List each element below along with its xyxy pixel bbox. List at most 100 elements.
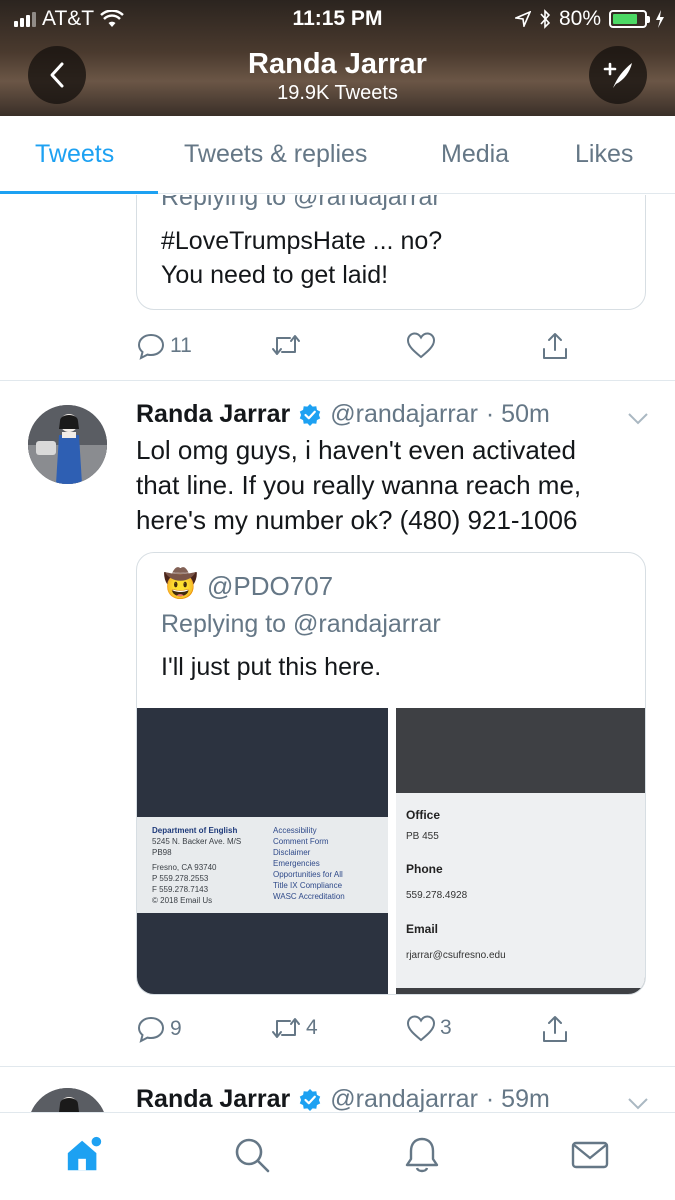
bottom-tab-bar: [0, 1112, 675, 1200]
footer-link: WASC Accreditation: [273, 892, 345, 901]
author-handle: @randajarrar: [330, 400, 478, 428]
author-handle: @randajarrar: [330, 1085, 478, 1112]
reply-count: 11: [170, 334, 192, 357]
home-tab[interactable]: [64, 1135, 104, 1175]
profile-name: Randa Jarrar: [248, 48, 427, 80]
email-value: rjarrar@csufresno.edu: [406, 950, 506, 961]
tweet-text-line3: here's my number ok? (480) 921-1006: [136, 505, 578, 535]
contact-info-panel: Office PB 455 Phone 559.278.4928 Email r…: [396, 793, 645, 988]
compose-tweet-icon: [603, 62, 632, 88]
search-icon: [235, 1138, 270, 1173]
heart-icon: [406, 332, 436, 359]
replying-to-label: Replying to @randajarrar: [161, 195, 441, 211]
media-image-right[interactable]: Office PB 455 Phone 559.278.4928 Email r…: [396, 708, 645, 994]
footer-addr3: Fresno, CA 93740: [152, 863, 217, 872]
verified-badge-icon: [300, 403, 321, 426]
tweet-count: 19.9K Tweets: [277, 82, 398, 104]
share-icon: [543, 1016, 567, 1042]
reply-icon: [137, 1016, 165, 1043]
share-button[interactable]: [540, 331, 570, 361]
footer-phone: P 559.278.2553: [152, 874, 209, 883]
reply-button[interactable]: 11: [136, 331, 192, 361]
heart-icon: [406, 1015, 436, 1042]
status-bar: AT&T 11:15 PM 80%: [0, 0, 675, 36]
bluetooth-icon: [540, 9, 551, 29]
author-name: Randa Jarrar: [136, 1085, 291, 1112]
like-button[interactable]: 3: [406, 1014, 452, 1042]
tweet-time: · 59m: [485, 1085, 550, 1112]
quoted-avatar-emoji: 🤠: [163, 568, 198, 599]
quoted-tweet-card[interactable]: Replying to @randajarrar #LoveTrumpsHate…: [136, 195, 646, 310]
share-button[interactable]: [540, 1014, 570, 1044]
office-value: PB 455: [406, 831, 439, 842]
footer-link: Opportunities for All: [273, 870, 343, 879]
retweet-icon: [272, 335, 300, 355]
footer-addr2: PB98: [152, 848, 172, 857]
reply-icon: [137, 333, 165, 360]
tweet-actions: 9 4 3: [136, 1014, 576, 1050]
media-image-left[interactable]: Department of English 5245 N. Backer Ave…: [137, 708, 388, 994]
battery-fill: [613, 14, 637, 24]
quoted-media[interactable]: Department of English 5245 N. Backer Ave…: [137, 708, 645, 994]
tweet-author[interactable]: Randa Jarrar @randajarrar · 50m: [136, 400, 550, 429]
chevron-down-icon[interactable]: [627, 412, 649, 426]
quoted-text-line2: You need to get laid!: [161, 261, 389, 289]
active-tab-indicator: [0, 191, 158, 194]
tab-tweets[interactable]: Tweets: [35, 140, 114, 169]
website-footer: Department of English 5245 N. Backer Ave…: [137, 817, 388, 913]
footer-copyright: © 2018 Email Us: [152, 896, 213, 905]
compose-button[interactable]: [589, 46, 647, 104]
footer-link: Emergencies: [273, 859, 320, 868]
tab-likes[interactable]: Likes: [575, 140, 633, 169]
bell-icon: [405, 1137, 439, 1173]
retweet-count: 4: [306, 1016, 318, 1039]
tweet-actions: 11: [136, 331, 576, 367]
tweet-time: · 50m: [485, 400, 550, 428]
battery-percent: 80%: [558, 7, 601, 30]
share-icon: [543, 333, 567, 359]
avatar-photo: [28, 1088, 107, 1112]
footer-link: Title IX Compliance: [273, 881, 343, 890]
footer-link: Accessibility: [273, 826, 317, 835]
battery-icon: [609, 10, 650, 28]
like-count: 3: [440, 1016, 452, 1039]
avatar[interactable]: [28, 405, 107, 484]
charging-icon: [656, 10, 664, 28]
retweet-button[interactable]: [270, 331, 302, 359]
avatar[interactable]: [28, 1088, 107, 1112]
mail-icon: [571, 1141, 609, 1169]
quoted-tweet-card[interactable]: 🤠 @PDO707 Replying to @randajarrar I'll …: [136, 552, 646, 995]
office-label: Office: [406, 808, 441, 822]
phone-value: 559.278.4928: [406, 890, 468, 901]
location-icon: [514, 11, 531, 27]
footer-fax: F 559.278.7143: [152, 885, 209, 894]
tab-media[interactable]: Media: [441, 140, 509, 169]
messages-tab[interactable]: [570, 1135, 610, 1175]
tweet-text-line2: that line. If you really wanna reach me,: [136, 470, 582, 500]
tweet-author[interactable]: Randa Jarrar @randajarrar · 59m: [136, 1085, 550, 1112]
tweet-feed[interactable]: Replying to @randajarrar #LoveTrumpsHate…: [0, 195, 675, 1112]
tweet-text-line1: Lol omg guys, i haven't even activated: [136, 435, 577, 465]
profile-tabs: Tweets Tweets & replies Media Likes: [0, 116, 675, 194]
chevron-down-icon[interactable]: [627, 1097, 649, 1111]
quoted-text: I'll just put this here.: [161, 653, 382, 681]
profile-header: AT&T 11:15 PM 80% Randa Jarrar 19.9K Twe…: [0, 0, 675, 116]
search-tab[interactable]: [232, 1135, 272, 1175]
tweet-text: Lol omg guys, i haven't even activated t…: [136, 433, 646, 538]
retweet-button[interactable]: 4: [270, 1014, 318, 1042]
footer-addr1: 5245 N. Backer Ave. M/S: [152, 837, 242, 846]
tweet-separator: [0, 380, 675, 381]
reply-count: 9: [170, 1017, 182, 1040]
quoted-text-line1: #LoveTrumpsHate ... no?: [161, 227, 443, 255]
tab-tweets-and-replies[interactable]: Tweets & replies: [184, 140, 367, 169]
verified-badge-icon: [300, 1088, 321, 1111]
footer-link: Disclaimer: [273, 848, 311, 857]
home-icon: [67, 1136, 102, 1171]
avatar-photo: [28, 405, 107, 484]
footer-link: Comment Form: [273, 837, 329, 846]
phone-label: Phone: [406, 862, 443, 876]
footer-dept: Department of English: [152, 826, 238, 835]
reply-button[interactable]: 9: [136, 1014, 182, 1044]
notifications-tab[interactable]: [402, 1135, 442, 1175]
like-button[interactable]: [406, 331, 436, 359]
